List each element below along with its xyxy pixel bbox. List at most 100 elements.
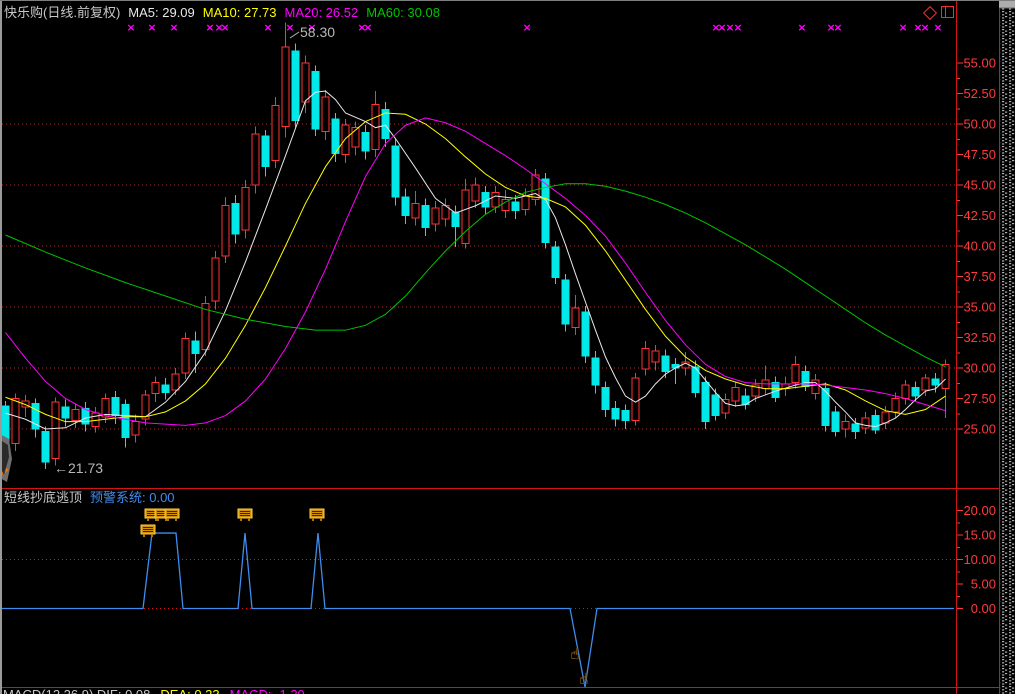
sell-mark-icon: ×: [263, 21, 272, 34]
sub-chart-header: 短线抄底逃顶预警系统: 0.00: [4, 491, 183, 505]
candle-up: [242, 187, 249, 230]
candle-down: [292, 51, 299, 121]
macd-value-label: MACD: -1.29: [230, 687, 305, 694]
main-chart-header: 快乐购(日线.前复权)MA5: 29.09MA10: 27.73MA20: 26…: [4, 6, 448, 20]
candle-down: [42, 431, 49, 462]
candle-down: [702, 383, 709, 422]
candle-down: [452, 212, 459, 227]
price-axis-label[interactable]: 45.00: [963, 178, 996, 193]
restore-window-icon[interactable]: [940, 5, 956, 21]
price-axis-label[interactable]: 27.50: [963, 391, 996, 406]
buy-hand-icon: ☝: [570, 645, 579, 663]
candle-down: [662, 356, 669, 372]
candle-down: [362, 133, 369, 151]
price-axis-label[interactable]: 25.00: [963, 422, 996, 437]
sell-mark-icon: ×: [205, 21, 214, 34]
sell-mark-icon: ×: [169, 21, 178, 34]
candle-up: [12, 399, 19, 444]
candle-up: [572, 308, 579, 328]
candle-up: [922, 378, 929, 390]
candle-down: [562, 280, 569, 324]
peak-price-label: 58.30: [300, 24, 335, 40]
candle-down: [872, 416, 879, 431]
candle-up: [322, 97, 329, 131]
sell-mark-icon: ×: [920, 21, 929, 34]
candle-down: [602, 388, 609, 410]
candle-down: [582, 312, 589, 356]
sell-mark-icon: ×: [797, 21, 806, 34]
price-axis-label[interactable]: 37.50: [963, 269, 996, 284]
candle-up: [152, 383, 159, 394]
candle-up: [302, 63, 309, 102]
candle-down: [232, 203, 239, 234]
price-axis-label[interactable]: 40.00: [963, 239, 996, 254]
candle-down: [852, 424, 859, 431]
gold-sign-icon: [238, 509, 252, 521]
macd-footer: MACD(12,26,9) DIF: 0.08 DEA: 0.23 MACD: -1…: [3, 688, 315, 694]
candle-up: [472, 185, 479, 201]
candle-up: [222, 206, 229, 256]
candle-down: [392, 146, 399, 197]
sub-axis-label[interactable]: 5.00: [971, 577, 996, 592]
candle-down: [62, 407, 69, 418]
low-price-label: ←21.73: [54, 460, 103, 476]
overview-strip: [1000, 8, 1015, 694]
candle-down: [192, 341, 199, 353]
candle-up: [412, 203, 419, 218]
alert-indicator-line: [2, 533, 954, 687]
candle-up: [902, 385, 909, 398]
price-axis-label[interactable]: 52.50: [963, 86, 996, 101]
buy-hand-icon: ☝: [579, 670, 588, 688]
candle-up: [722, 400, 729, 413]
candle-up: [492, 192, 499, 207]
candle-up: [532, 175, 539, 199]
chart-canvas[interactable]: ×××××××××××××××××××××××☝☝55.0052.5050.00…: [0, 1, 1015, 694]
candle-up: [522, 196, 529, 209]
indicator-title: 短线抄底逃顶: [4, 490, 82, 505]
candle-up: [272, 106, 279, 161]
stock-app-window: ×××××××××××××××××××××××☝☝55.0052.5050.00…: [0, 0, 1015, 694]
candle-down: [512, 202, 519, 211]
price-axis-label[interactable]: 32.50: [963, 330, 996, 345]
candle-down: [162, 385, 169, 392]
sub-axis-label[interactable]: 20.00: [963, 503, 996, 518]
price-axis-label[interactable]: 47.50: [963, 147, 996, 162]
candle-down: [332, 119, 339, 153]
candle-up: [282, 47, 289, 126]
candle-up: [942, 364, 949, 388]
candle-up: [762, 380, 769, 389]
price-axis-label[interactable]: 30.00: [963, 361, 996, 376]
candle-up: [182, 339, 189, 373]
sub-axis-label[interactable]: 0.00: [971, 601, 996, 616]
price-axis-label[interactable]: 50.00: [963, 117, 996, 132]
macd-label: MACD(12,26,9) DIF: 0.08: [3, 687, 150, 694]
candle-up: [132, 422, 139, 435]
candle-down: [422, 206, 429, 228]
alert-system-label: 预警系统: 0.00: [90, 490, 175, 505]
candle-up: [652, 351, 659, 362]
sell-mark-icon: ×: [220, 21, 229, 34]
price-axis-label[interactable]: 42.50: [963, 208, 996, 223]
candle-up: [72, 409, 79, 420]
candle-down: [262, 136, 269, 167]
candle-down: [402, 197, 409, 215]
candle-down: [112, 397, 119, 415]
candle-up: [842, 422, 849, 429]
price-axis-label[interactable]: 35.00: [963, 300, 996, 315]
price-axis-label[interactable]: 55.00: [963, 56, 996, 71]
candle-up: [432, 208, 439, 224]
candle-up: [462, 190, 469, 244]
dea-label: DEA: 0.23: [160, 687, 219, 694]
candle-down: [592, 358, 599, 385]
sell-mark-icon: ×: [147, 21, 156, 34]
candle-up: [892, 399, 899, 412]
ma60-line: [6, 184, 946, 367]
sub-axis-label[interactable]: 10.00: [963, 552, 996, 567]
gold-sign-icon: [141, 525, 155, 537]
strip-top-bar: [999, 1, 1015, 8]
candle-up: [642, 348, 649, 369]
sub-axis-label[interactable]: 15.00: [963, 528, 996, 543]
candle-down: [552, 247, 559, 278]
ma20-label: MA20: 26.52: [285, 5, 359, 20]
stock-title: 快乐购(日线.前复权): [4, 5, 120, 20]
